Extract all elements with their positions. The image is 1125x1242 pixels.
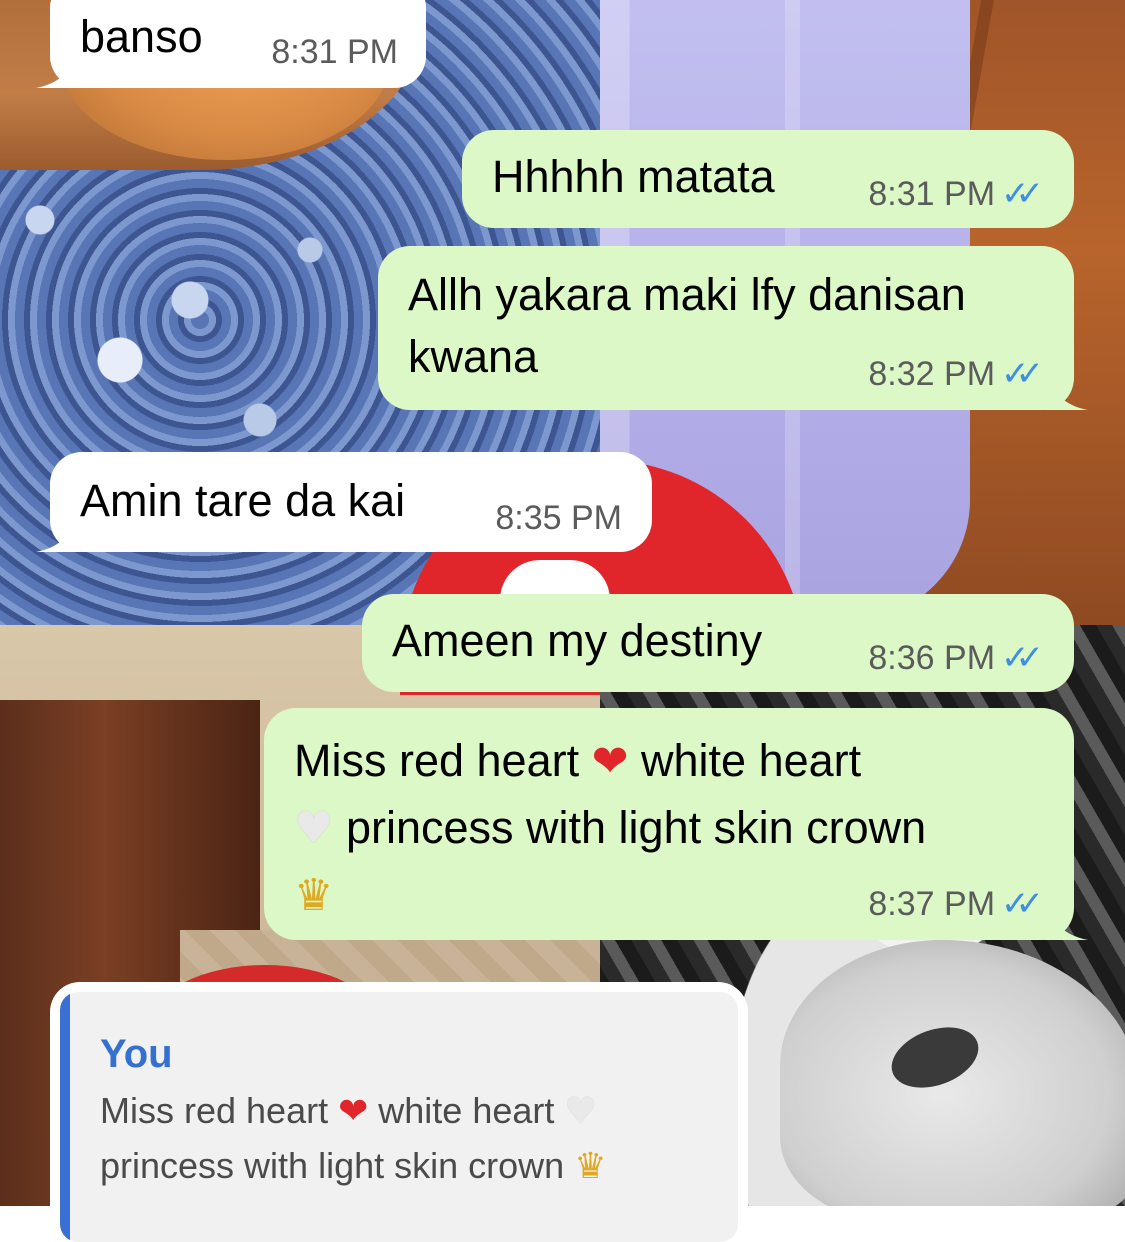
- bubble-tail: [1044, 896, 1088, 940]
- incoming-message[interactable]: banso 8:31 PM: [36, 0, 426, 88]
- message-time: 8:36 PM: [868, 639, 996, 677]
- message-time: 8:37 PM: [868, 885, 996, 923]
- quoted-message[interactable]: You Miss red heart ❤ white heart ♥ princ…: [60, 992, 738, 1242]
- double-check-icon: ✓✓: [1001, 885, 1044, 923]
- message-time: 8:32 PM: [868, 355, 996, 393]
- message-text-line: Allh yakara maki lfy danisan: [408, 269, 966, 320]
- white-heart-icon: ♥: [294, 803, 334, 854]
- red-heart-icon: ❤: [591, 736, 629, 787]
- quote-text-part: white heart: [378, 1090, 555, 1131]
- message-meta: 8:31 PM: [271, 32, 398, 72]
- message-text-line: Miss red heart ❤ white heart: [294, 728, 1044, 795]
- message-text: Amin tare da kai: [80, 475, 406, 526]
- quote-bar: [60, 992, 70, 1242]
- message-text: Ameen my destiny: [392, 615, 763, 666]
- message-meta: 8:35 PM: [495, 498, 622, 538]
- quote-text-part: Miss red heart: [100, 1090, 329, 1131]
- message-text: white heart: [641, 735, 862, 786]
- message-text: princess with light skin crown: [345, 802, 927, 853]
- incoming-message[interactable]: Amin tare da kai 8:35 PM: [36, 452, 652, 552]
- bubble-tail: [36, 44, 80, 88]
- message-meta: 8:32 PM ✓✓: [868, 354, 1044, 394]
- double-check-icon: ✓✓: [1001, 355, 1044, 393]
- outgoing-message[interactable]: Miss red heart ❤ white heart ♥ princess …: [264, 708, 1088, 940]
- message-time: 8:35 PM: [495, 499, 622, 537]
- message-text: banso: [80, 11, 203, 62]
- bubble-tail: [36, 508, 80, 552]
- message-text: Hhhhh matata: [492, 151, 775, 202]
- crown-icon: ♛: [574, 1146, 607, 1187]
- bubble-tail: [1044, 366, 1088, 410]
- message-text: Miss red heart: [294, 735, 580, 786]
- reply-message[interactable]: You Miss red heart ❤ white heart ♥ princ…: [50, 982, 748, 1242]
- message-meta: 8:36 PM ✓✓: [868, 638, 1044, 678]
- message-time: 8:31 PM: [271, 33, 398, 71]
- outgoing-message[interactable]: Hhhhh matata 8:31 PM ✓✓: [462, 130, 1074, 228]
- double-check-icon: ✓✓: [1001, 175, 1044, 213]
- message-meta: 8:37 PM ✓✓: [868, 884, 1044, 924]
- outgoing-message[interactable]: Ameen my destiny 8:36 PM ✓✓: [362, 594, 1074, 692]
- quote-line: Miss red heart ❤ white heart ♥: [100, 1084, 718, 1139]
- white-heart-icon: ♥: [564, 1091, 597, 1132]
- crown-icon: ♛: [294, 870, 334, 921]
- quote-text-part: princess with light skin crown: [100, 1145, 565, 1186]
- quote-text: Miss red heart ❤ white heart ♥ princess …: [100, 1084, 718, 1194]
- message-meta: 8:31 PM ✓✓: [868, 174, 1044, 214]
- outgoing-message[interactable]: Allh yakara maki lfy danisan kwana 8:32 …: [378, 246, 1088, 410]
- message-text-line: ♥ princess with light skin crown: [294, 795, 1044, 862]
- quote-author: You: [100, 1032, 173, 1076]
- double-check-icon: ✓✓: [1001, 639, 1044, 677]
- quote-line: princess with light skin crown ♛: [100, 1139, 718, 1194]
- red-heart-icon: ❤: [338, 1091, 369, 1132]
- message-time: 8:31 PM: [868, 175, 996, 213]
